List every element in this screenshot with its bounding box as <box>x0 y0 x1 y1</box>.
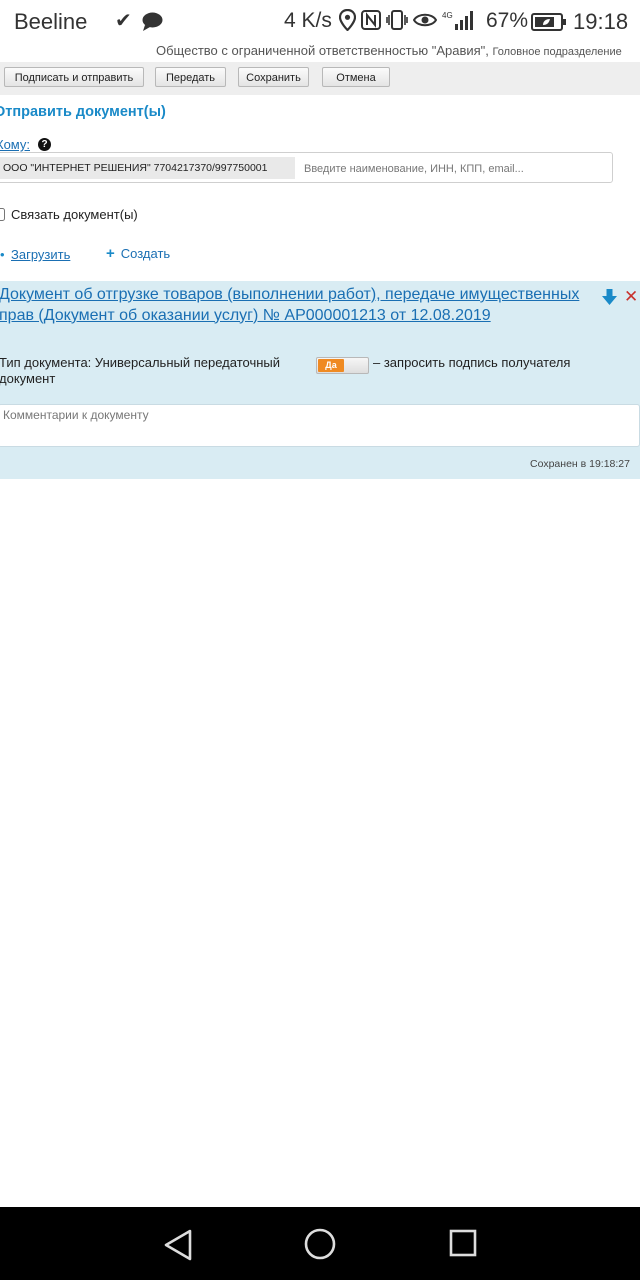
cancel-button[interactable]: Отмена <box>322 67 390 87</box>
save-button[interactable]: Сохранить <box>238 67 309 87</box>
upload-link[interactable]: Загрузить <box>11 247 70 262</box>
recipient-chip[interactable]: ООО "ИНТЕРНЕТ РЕШЕНИЯ" 7704217370/997750… <box>0 157 295 179</box>
help-icon[interactable]: ? <box>38 138 51 151</box>
organization-name: Общество с ограниченной ответственностью… <box>156 43 489 58</box>
document-panel: Документ об отгрузке товаров (выполнении… <box>0 281 640 479</box>
saved-status: Сохранен в 19:18:27 <box>530 458 630 470</box>
document-type: Тип документа: Универсальный передаточны… <box>0 355 280 386</box>
link-documents-checkbox[interactable] <box>0 208 5 221</box>
check-icon: ✔ <box>115 10 132 32</box>
home-icon[interactable] <box>304 1228 336 1265</box>
plus-icon: + <box>106 245 115 262</box>
status-icons: 4G <box>338 8 476 36</box>
create-label: Создать <box>120 246 171 261</box>
toolbar: Подписать и отправить Передать Сохранить… <box>0 62 640 95</box>
document-title-link[interactable]: Документ об отгрузке товаров (выполнении… <box>0 285 589 326</box>
section-title: Отправить документ(ы) <box>0 104 166 120</box>
location-icon <box>338 8 357 36</box>
clock: 19:18 <box>573 9 629 34</box>
status-bar: Beeline ✔ 4 K/s 4G 67% 19:18 <box>0 0 640 44</box>
recipient-label[interactable]: Кому: <box>0 137 30 152</box>
transfer-button[interactable]: Передать <box>155 67 226 87</box>
document-comment-input[interactable] <box>0 404 640 447</box>
upload-icon: • <box>0 247 5 262</box>
network-speed: 4 K/s <box>284 9 332 32</box>
battery-icon <box>531 12 567 37</box>
chat-icon <box>142 12 163 36</box>
signature-request-toggle[interactable]: Да <box>316 357 369 374</box>
sign-and-send-button[interactable]: Подписать и отправить <box>4 67 144 87</box>
carrier-name: Beeline <box>14 9 88 34</box>
create-link[interactable]: + Создать <box>106 245 170 262</box>
back-icon[interactable] <box>163 1229 193 1266</box>
recipient-search-input[interactable] <box>302 157 606 181</box>
nfc-icon <box>361 9 381 35</box>
signal-icon: 4G <box>442 9 476 36</box>
download-icon[interactable] <box>602 289 617 311</box>
organization-line: Общество с ограниченной ответственностью… <box>156 43 640 58</box>
network-type-label: 4G <box>442 11 453 20</box>
remove-icon[interactable]: ✕ <box>624 287 638 307</box>
signature-request-label: – запросить подпись получателя <box>373 355 571 370</box>
battery-percent: 67% <box>486 9 529 32</box>
organization-subdivision: Головное подразделение <box>492 46 622 58</box>
link-documents-label: Связать документ(ы) <box>11 207 138 222</box>
upload-create-row: • Загрузить + Создать <box>0 245 640 265</box>
recipient-field[interactable]: ООО "ИНТЕРНЕТ РЕШЕНИЯ" 7704217370/997750… <box>0 152 613 183</box>
eye-icon <box>412 11 438 34</box>
navigation-bar <box>0 1207 640 1280</box>
toggle-on-label: Да <box>318 359 344 372</box>
recent-apps-icon[interactable] <box>449 1229 477 1262</box>
link-documents-option[interactable]: Связать документ(ы) <box>0 207 138 222</box>
vibrate-icon <box>386 9 408 35</box>
